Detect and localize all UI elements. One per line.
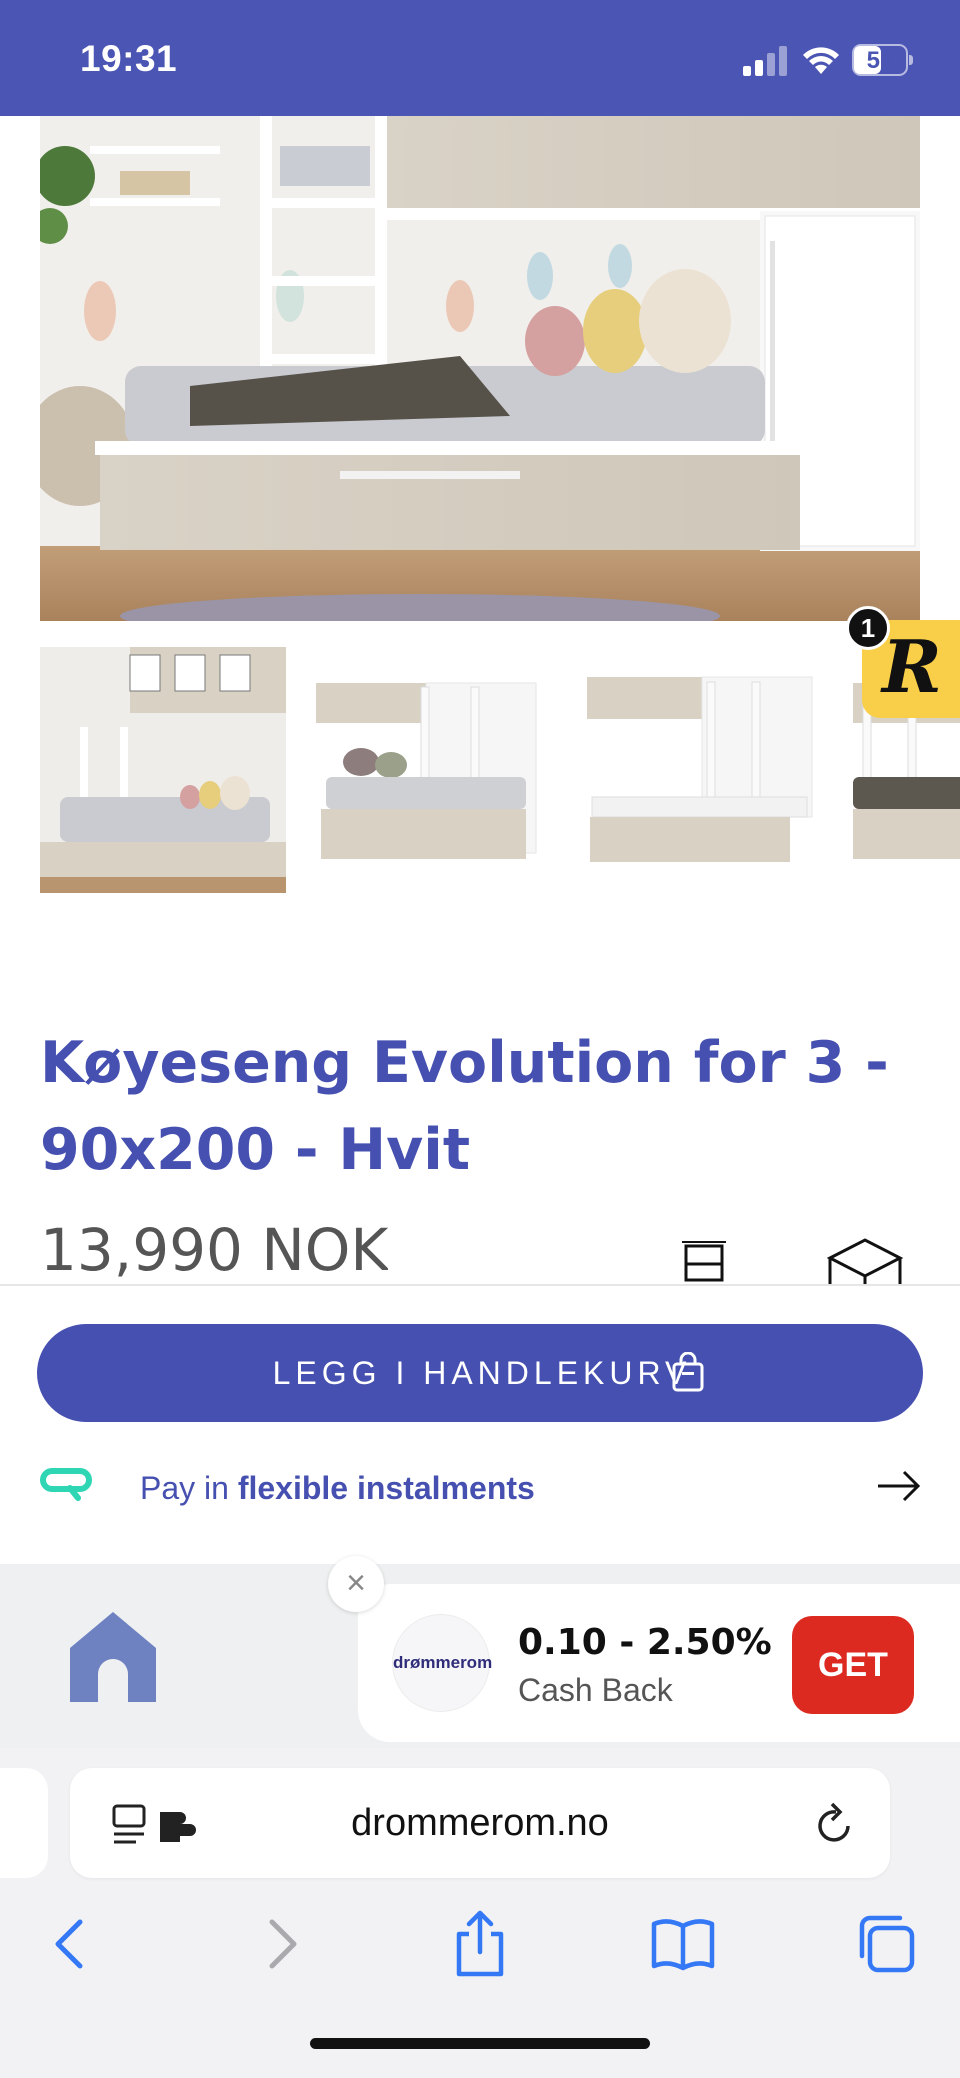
installments-text: Pay in flexible instalments <box>140 1470 535 1507</box>
installments-prefix: Pay in <box>140 1470 229 1506</box>
cashback-toolbar: drømmerom 0.10 - 2.50% Cash Back GET <box>0 1564 960 1748</box>
chevron-left-icon[interactable] <box>38 1908 108 1978</box>
cashback-label: Cash Back <box>518 1672 673 1708</box>
battery-icon: 51 <box>852 44 913 76</box>
store-logo-text: drømmerom <box>393 1653 493 1672</box>
browser-toolbar: drommerom.no <box>0 1748 960 2078</box>
get-cashback-button[interactable]: GET <box>792 1616 914 1714</box>
product-price: 13,990 NOK <box>40 1216 389 1284</box>
shopping-bag-icon <box>672 1352 704 1392</box>
url-text: drommerom.no <box>351 1802 609 1844</box>
installments-bold: flexible instalments <box>237 1470 535 1506</box>
package-icon[interactable] <box>820 1236 910 1284</box>
address-bar[interactable]: drommerom.no <box>70 1768 890 1878</box>
rewards-count-badge: 1 <box>846 606 890 650</box>
home-icon[interactable] <box>70 1612 156 1702</box>
tabs-icon[interactable] <box>852 1908 922 1978</box>
battery-percent: 51 <box>866 47 894 74</box>
previous-tab-preview[interactable] <box>0 1768 48 1878</box>
home-indicator <box>310 2038 650 2049</box>
product-title-line-2: 90x200 - Hvit <box>40 1117 471 1183</box>
status-bar: 19:31 51 <box>0 0 960 116</box>
thumbnail-1[interactable] <box>40 647 286 893</box>
chevron-right-icon[interactable] <box>244 1908 314 1978</box>
product-main-image[interactable] <box>40 116 920 621</box>
thumbnail-2[interactable] <box>311 647 557 893</box>
close-cashback-button[interactable]: × <box>328 1556 384 1612</box>
installment-provider-logo <box>40 1468 92 1501</box>
cashback-offer-card: drømmerom 0.10 - 2.50% Cash Back GET <box>358 1584 960 1742</box>
wifi-icon <box>803 47 839 74</box>
arrow-right-icon <box>878 1470 921 1502</box>
purchase-panel: LEGG I HANDLEKURV Pay in flexible instal… <box>0 1284 960 1564</box>
product-title-line-1: Køyeseng Evolution for 3 - <box>40 1030 889 1096</box>
dimensions-icon[interactable] <box>682 1240 726 1284</box>
cashback-rate: 0.10 - 2.50% <box>518 1622 772 1663</box>
cellular-signal-icon <box>743 46 787 76</box>
reload-icon[interactable] <box>814 1802 856 1846</box>
store-logo: drømmerom <box>392 1614 493 1712</box>
share-icon[interactable] <box>445 1908 515 1978</box>
book-icon[interactable] <box>648 1908 718 1978</box>
thumbnail-strip[interactable] <box>40 647 960 893</box>
add-to-cart-button[interactable]: LEGG I HANDLEKURV <box>37 1324 923 1422</box>
installments-link[interactable]: Pay in flexible instalments <box>0 1446 960 1534</box>
thumbnail-3[interactable] <box>582 647 828 893</box>
status-time: 19:31 <box>80 38 178 79</box>
product-title: Køyeseng Evolution for 3 - 90x200 - Hvit <box>40 1020 900 1194</box>
add-to-cart-label: LEGG I HANDLEKURV <box>272 1355 692 1391</box>
rewards-logo: R <box>882 624 942 709</box>
